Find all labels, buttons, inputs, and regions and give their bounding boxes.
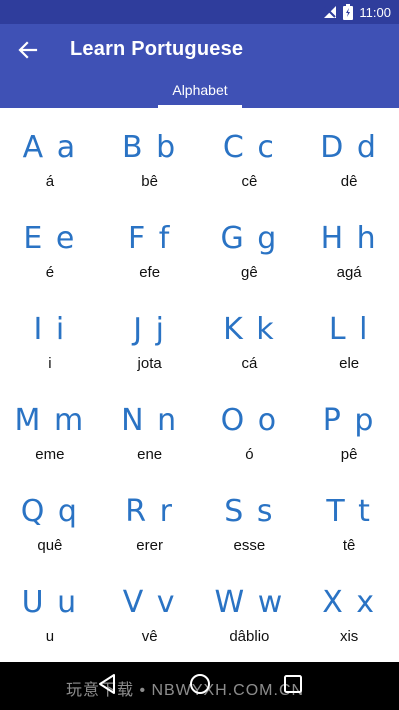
- letter-pronunciation: vê: [141, 628, 158, 645]
- letter-pronunciation: tê: [342, 537, 356, 554]
- letter-cell-h[interactable]: H h agá: [299, 221, 399, 312]
- letter-glyphs: V v: [122, 585, 177, 620]
- letter-pronunciation: xis: [339, 628, 359, 645]
- letter-cell-k[interactable]: K k cá: [200, 312, 300, 403]
- navigation-bar: [0, 662, 399, 710]
- letter-pronunciation: erer: [136, 537, 163, 554]
- letter-pronunciation: ó: [245, 446, 254, 463]
- letter-glyphs: F f: [127, 221, 172, 256]
- triangle-back-icon: [97, 673, 117, 700]
- letter-pronunciation: á: [45, 173, 55, 190]
- letter-pronunciation: u: [45, 628, 55, 645]
- letter-glyphs: T t: [326, 494, 372, 529]
- letter-cell-p[interactable]: P p pê: [299, 403, 399, 494]
- letter-pronunciation: ele: [339, 355, 360, 372]
- letter-pronunciation: jota: [137, 355, 162, 372]
- letter-pronunciation: cá: [241, 355, 258, 372]
- letter-glyphs: E e: [23, 221, 77, 256]
- letter-glyphs: G g: [220, 221, 279, 256]
- circle-home-icon: [189, 673, 211, 700]
- nav-recents-button[interactable]: [273, 666, 313, 706]
- letter-cell-j[interactable]: J j jota: [100, 312, 200, 403]
- letter-cell-s[interactable]: S s esse: [200, 494, 300, 585]
- letter-pronunciation: bê: [141, 173, 158, 190]
- letter-glyphs: X x: [322, 585, 377, 620]
- alphabet-grid: A a á B b bê C c cê D d dê E e é F f efe G g gê…: [0, 108, 399, 662]
- letter-glyphs: D d: [320, 130, 378, 165]
- back-button[interactable]: [12, 36, 44, 68]
- square-recents-icon: [283, 674, 303, 699]
- page-title: Learn Portuguese: [70, 38, 244, 60]
- letter-pronunciation: dê: [340, 173, 358, 190]
- status-bar: 11:00: [0, 0, 399, 24]
- app-bar: Learn Portuguese Alphabet: [0, 24, 399, 108]
- letter-glyphs: M m: [14, 403, 86, 438]
- letter-glyphs: P p: [322, 403, 376, 438]
- letter-cell-a[interactable]: A a á: [0, 130, 100, 221]
- letter-cell-d[interactable]: D d dê: [299, 130, 399, 221]
- letter-pronunciation: cê: [241, 173, 258, 190]
- letter-cell-b[interactable]: B b bê: [100, 130, 200, 221]
- letter-pronunciation: quê: [37, 537, 63, 554]
- letter-glyphs: K k: [223, 312, 276, 347]
- letter-cell-i[interactable]: I i i: [0, 312, 100, 403]
- letter-glyphs: L l: [328, 312, 370, 347]
- letter-glyphs: J j: [133, 312, 166, 347]
- letter-glyphs: A a: [22, 130, 78, 165]
- letter-glyphs: C c: [222, 130, 276, 165]
- letter-glyphs: W w: [214, 585, 285, 620]
- letter-cell-g[interactable]: G g gê: [200, 221, 300, 312]
- letter-cell-f[interactable]: F f efe: [100, 221, 200, 312]
- nav-home-button[interactable]: [180, 666, 220, 706]
- letter-pronunciation: ene: [137, 446, 163, 463]
- letter-glyphs: O o: [220, 403, 279, 438]
- letter-pronunciation: eme: [35, 446, 65, 463]
- battery-icon: [343, 4, 354, 20]
- letter-pronunciation: é: [45, 264, 55, 281]
- letter-pronunciation: agá: [336, 264, 362, 281]
- letter-cell-o[interactable]: O o ó: [200, 403, 300, 494]
- letter-glyphs: H h: [320, 221, 378, 256]
- letter-cell-m[interactable]: M m eme: [0, 403, 100, 494]
- letter-cell-q[interactable]: Q q quê: [0, 494, 100, 585]
- letter-glyphs: S s: [224, 494, 275, 529]
- letter-glyphs: I i: [33, 312, 67, 347]
- letter-glyphs: Q q: [20, 494, 79, 529]
- letter-pronunciation: gê: [241, 264, 258, 281]
- tab-alphabet[interactable]: Alphabet: [158, 82, 242, 108]
- letter-pronunciation: dâblio: [229, 628, 270, 645]
- letter-pronunciation: efe: [139, 264, 161, 281]
- status-time: 11:00: [359, 4, 391, 20]
- letter-cell-t[interactable]: T t tê: [299, 494, 399, 585]
- arrow-left-icon: [18, 40, 38, 65]
- letter-glyphs: U u: [21, 585, 79, 620]
- letter-glyphs: R r: [125, 494, 174, 529]
- letter-glyphs: B b: [122, 130, 178, 165]
- letter-pronunciation: i: [48, 355, 52, 372]
- letter-pronunciation: pê: [340, 446, 358, 463]
- letter-cell-r[interactable]: R r erer: [100, 494, 200, 585]
- letter-cell-n[interactable]: N n ene: [100, 403, 200, 494]
- tab-alphabet-label: Alphabet: [172, 82, 228, 98]
- letter-cell-c[interactable]: C c cê: [200, 130, 300, 221]
- signal-icon: [323, 5, 337, 19]
- letter-glyphs: N n: [121, 403, 179, 438]
- letter-cell-e[interactable]: E e é: [0, 221, 100, 312]
- nav-back-button[interactable]: [87, 666, 127, 706]
- letter-cell-l[interactable]: L l ele: [299, 312, 399, 403]
- letter-pronunciation: esse: [233, 537, 266, 554]
